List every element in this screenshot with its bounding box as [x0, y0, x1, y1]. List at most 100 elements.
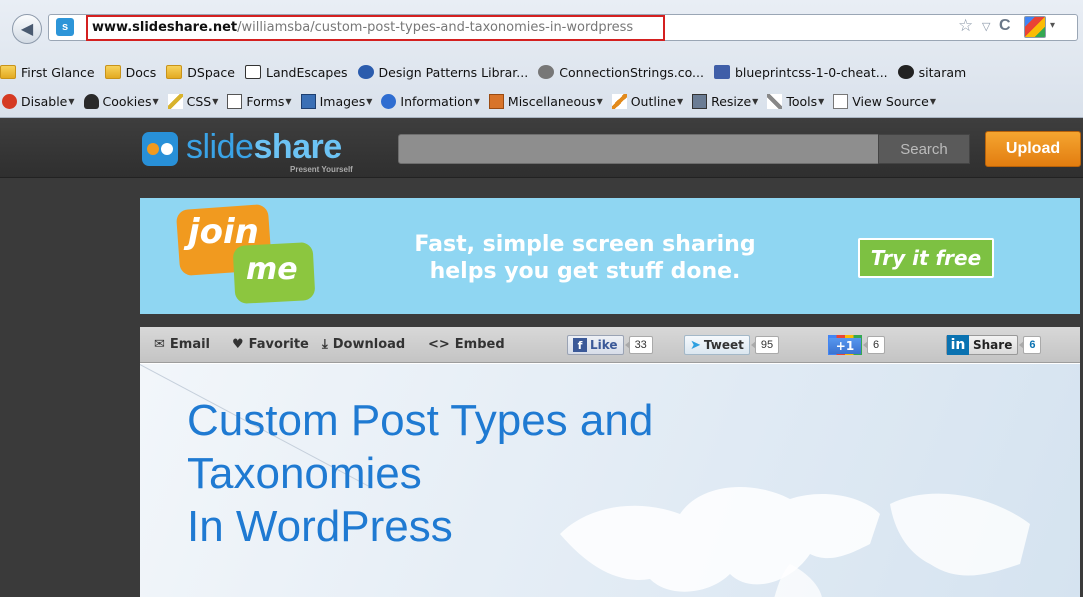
devtools-disable-menu[interactable]: Disable ▼: [2, 93, 75, 109]
download-icon: ⤓: [322, 337, 328, 352]
chevron-down-icon: ▼: [752, 96, 759, 106]
chevron-down-icon: ▼: [818, 96, 825, 106]
reload-icon[interactable]: C: [999, 17, 1011, 35]
css-icon: [167, 93, 183, 109]
devtools-view-source-menu[interactable]: View Source ▼: [833, 93, 936, 109]
chevron-down-icon: ▼: [473, 96, 480, 106]
linkedin-share-label: Share: [973, 338, 1013, 352]
back-button[interactable]: ◀: [12, 14, 42, 44]
devtools-css-menu[interactable]: CSS ▼: [167, 93, 218, 109]
search-button[interactable]: Search: [878, 134, 970, 164]
folder-icon: [0, 65, 16, 79]
devtools-label: Images: [319, 93, 366, 109]
devtools-cookies-menu[interactable]: Cookies ▼: [83, 93, 159, 109]
design-patterns-icon: [357, 65, 374, 79]
devtools-forms-menu[interactable]: Forms ▼: [227, 93, 292, 109]
slideshare-header: slideshare Present Yourself Search Uploa…: [0, 118, 1083, 178]
outline-icon: [611, 93, 627, 109]
tweet-label: Tweet: [703, 338, 744, 352]
linkedin-share-count: 6: [1019, 336, 1042, 354]
linkedin-share-widget: in Share 6: [946, 335, 1042, 355]
download-button[interactable]: ⤓ Download: [322, 337, 405, 352]
chevron-down-icon: ▼: [596, 96, 603, 106]
gj-icon: [713, 65, 730, 79]
bookmark-label: blueprintcss-1-0-cheat...: [734, 64, 888, 80]
slide-title: Custom Post Types and Taxonomies In Word…: [187, 394, 653, 553]
google-plus-widget: +1 6: [828, 335, 886, 355]
search-input[interactable]: [398, 134, 898, 164]
slide-panel: ✉ Email ♥ Favorite ⤓ Download <> Embed f Like…: [140, 327, 1080, 597]
email-button[interactable]: ✉ Email: [154, 337, 210, 352]
devtools-label: Miscellaneous: [507, 93, 596, 109]
slideshare-logo[interactable]: slideshare: [186, 128, 342, 167]
linkedin-share-button[interactable]: in Share: [946, 335, 1019, 355]
ad-headline: Fast, simple screen sharing helps you ge…: [385, 231, 785, 285]
logo-prefix: slide: [186, 128, 254, 166]
view-source-icon: [833, 93, 849, 109]
ad-join-text: join: [188, 212, 259, 252]
embed-code-icon: <>: [428, 337, 450, 352]
slideshare-logo-icon[interactable]: [142, 132, 178, 166]
google-plus-one-button[interactable]: +1: [828, 335, 862, 355]
facebook-like-button[interactable]: f Like: [567, 335, 624, 355]
google-search-icon[interactable]: [1024, 16, 1046, 38]
embed-button[interactable]: <> Embed: [428, 337, 505, 352]
try-it-free-button[interactable]: Try it free: [858, 238, 994, 278]
bookmark-dspace[interactable]: DSpace: [166, 65, 235, 80]
github-icon: [897, 65, 914, 79]
search-engine-dropdown-icon[interactable]: ▾: [1050, 20, 1055, 31]
bookmark-label: DSpace: [187, 64, 235, 80]
devtools-label: Resize: [711, 93, 752, 109]
slide-title-line: Taxonomies: [187, 449, 422, 498]
devtools-resize-menu[interactable]: Resize ▼: [692, 93, 759, 109]
google-plus-count: 6: [862, 336, 886, 354]
url-domain: www.slideshare.net: [92, 20, 238, 35]
devtools-images-menu[interactable]: Images ▼: [300, 93, 373, 109]
devtools-label: Forms: [246, 93, 285, 109]
logo-dot-icon: [147, 143, 159, 155]
join-me-ad-banner[interactable]: join me Fast, simple screen sharing help…: [140, 198, 1080, 314]
bookmark-label: Docs: [125, 64, 157, 80]
back-arrow-icon: ◀: [20, 21, 34, 38]
facebook-like-widget: f Like 33: [567, 335, 653, 355]
upload-button[interactable]: Upload: [985, 131, 1081, 167]
bookmark-blueprintcss[interactable]: blueprintcss-1-0-cheat...: [713, 64, 888, 80]
bookmark-landescapes[interactable]: LandEscapes: [244, 64, 348, 80]
bookmark-sitaram[interactable]: sitaram: [897, 65, 966, 80]
devtools-label: Disable: [21, 93, 68, 109]
bookmarks-toolbar: First Glance Docs DSpace LandEscapes Des…: [0, 58, 1083, 86]
bookmark-connectionstrings[interactable]: ConnectionStrings.co...: [538, 65, 704, 80]
tweet-count: 95: [750, 336, 780, 354]
bookmark-star-icon[interactable]: ☆: [958, 16, 973, 36]
devtools-label: Information: [400, 93, 473, 109]
bookmark-design-patterns[interactable]: Design Patterns Librar...: [357, 65, 528, 80]
devtools-label: View Source: [852, 93, 929, 109]
chevron-down-icon: ▼: [366, 96, 373, 106]
bookmark-first-glance[interactable]: First Glance: [0, 65, 95, 80]
twitter-bird-icon: ➤: [690, 337, 701, 353]
url-dropdown-icon[interactable]: ▽: [982, 20, 990, 33]
facebook-like-count: 33: [624, 336, 653, 354]
favorite-button[interactable]: ♥ Favorite: [232, 337, 309, 352]
devtools-label: Cookies: [102, 93, 152, 109]
linkedin-icon: in: [947, 335, 969, 355]
devtools-miscellaneous-menu[interactable]: Miscellaneous ▼: [488, 93, 603, 109]
heart-icon: ♥: [232, 337, 244, 352]
slide-viewer[interactable]: Custom Post Types and Taxonomies In Word…: [140, 364, 1080, 597]
url-text[interactable]: www.slideshare.net/williamsba/custom-pos…: [92, 20, 633, 35]
slideshare-favicon-icon: s: [56, 18, 74, 36]
facebook-like-label: Like: [590, 338, 618, 352]
tweet-button[interactable]: ➤ Tweet: [684, 335, 750, 355]
envelope-icon: ✉: [154, 337, 165, 352]
page-left-gutter: [0, 178, 140, 597]
slideshare-tagline: Present Yourself: [290, 165, 353, 174]
bookmark-docs[interactable]: Docs: [104, 64, 157, 80]
devtools-outline-menu[interactable]: Outline ▼: [611, 93, 683, 109]
devtools-label: CSS: [186, 93, 212, 109]
devtools-tools-menu[interactable]: Tools ▼: [767, 93, 825, 109]
bookmark-label: LandEscapes: [265, 64, 348, 80]
devtools-information-menu[interactable]: Information ▼: [381, 93, 480, 109]
logo-dot-icon: [161, 143, 173, 155]
chevron-down-icon: ▼: [285, 96, 292, 106]
download-label: Download: [332, 337, 406, 352]
